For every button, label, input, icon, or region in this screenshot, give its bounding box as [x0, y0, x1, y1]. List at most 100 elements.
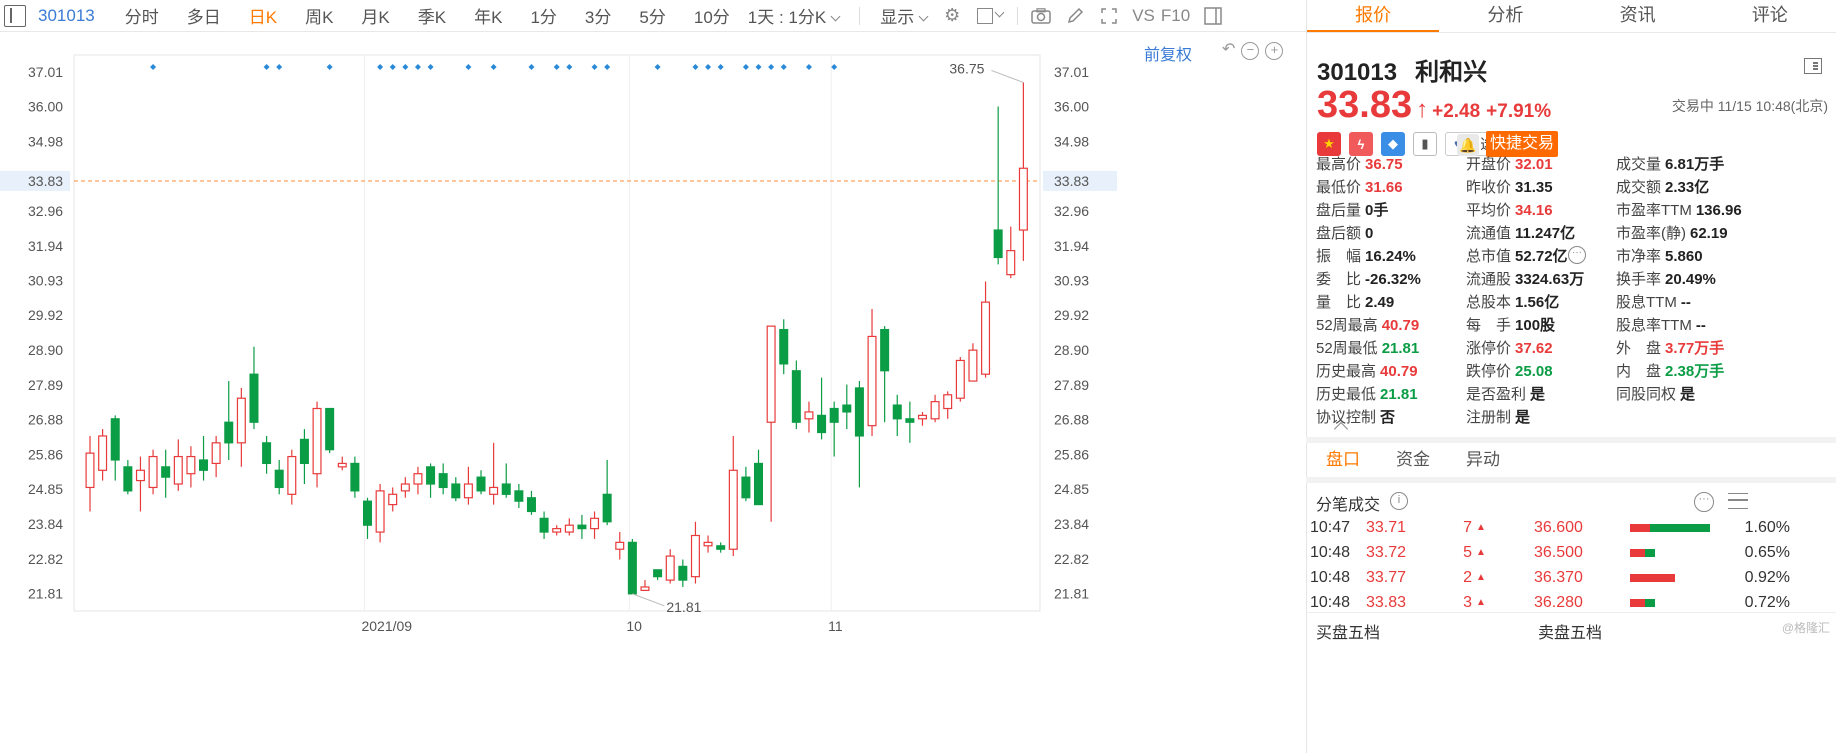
sidebar-toggle-icon[interactable]	[4, 4, 26, 27]
stat-item: 流通股 3324.63万	[1466, 268, 1584, 289]
candle-body	[362, 500, 373, 526]
event-marker	[604, 64, 611, 70]
panel-toggle-icon[interactable]	[1202, 6, 1224, 26]
divider	[1017, 6, 1019, 25]
period-tab[interactable]: 多日	[173, 3, 235, 28]
chart-toolbar: 301013 分时 多日 日K 周K 月K 季K 年K 1分 3分 5分 10分 1天 : 1分K …	[0, 0, 1306, 32]
stat-label: 总市值	[1466, 248, 1512, 265]
y-tick-label-right: 25.86	[1054, 446, 1089, 462]
adjust-mode-button[interactable]: 前复权	[1144, 41, 1192, 65]
period-tab[interactable]: 月K	[347, 3, 403, 28]
stat-value: 32.01	[1515, 156, 1553, 173]
quote-panel-tabs: 报价 分析 资讯 评论	[1307, 0, 1836, 33]
candle-body	[211, 442, 221, 465]
kline-svg: 37.01 37.01 36.00 36.00 34.98 34.98 33.83 33.83…	[0, 54, 1117, 634]
sub-tab[interactable]: 资金	[1380, 443, 1446, 477]
sub-tab[interactable]: 盘口	[1310, 443, 1376, 477]
sub-tab[interactable]: 异动	[1450, 443, 1516, 477]
zoom-out-icon[interactable]: −	[1241, 42, 1260, 60]
candle-body	[766, 325, 776, 423]
stat-label: 股息TTM	[1616, 294, 1677, 311]
candle-body	[779, 328, 789, 365]
stat-value: 11.247亿	[1515, 225, 1576, 242]
period-tab[interactable]: 年K	[460, 3, 516, 28]
stat-label: 同股同权	[1616, 386, 1677, 403]
event-marker	[566, 64, 573, 70]
interval-select[interactable]: 1天 : 1分K	[744, 3, 853, 28]
candle-body	[678, 565, 688, 581]
period-tab[interactable]: 分时	[111, 3, 173, 28]
more-circle-icon[interactable]: ···	[1568, 246, 1586, 264]
candle-body	[98, 435, 108, 471]
display-select[interactable]: 显示	[866, 3, 935, 28]
y-tick-label-left: 26.88	[28, 411, 63, 427]
bookmark-icon[interactable]: ▮	[1413, 132, 1437, 156]
stat-item: 总股本 1.56亿	[1466, 291, 1559, 312]
candle-body	[880, 328, 890, 372]
stat-item: 量 比 2.49	[1316, 291, 1394, 312]
chevron-down-icon	[830, 11, 841, 22]
stat-label: 振 幅	[1316, 248, 1362, 265]
candle-body	[186, 455, 196, 475]
y-tick-label-left: 37.01	[28, 64, 63, 80]
y-tick-label-right: 34.98	[1054, 133, 1089, 149]
panel-tab[interactable]: 评论	[1704, 0, 1836, 32]
stock-code-link[interactable]: 301013	[38, 6, 95, 26]
candle-body	[199, 459, 209, 471]
stat-value: 37.62	[1515, 340, 1553, 357]
y-tick-label-left: 33.83	[28, 173, 63, 189]
period-tab[interactable]: 季K	[404, 3, 460, 28]
candle-body	[665, 555, 675, 581]
y-tick-label-left: 36.00	[28, 98, 63, 114]
square-select-icon[interactable]	[975, 6, 1005, 26]
candle-body	[842, 404, 852, 413]
stat-label: 流通值	[1466, 225, 1512, 242]
period-tab[interactable]: 日K	[235, 3, 291, 28]
period-tab[interactable]: 周K	[291, 3, 347, 28]
event-marker	[768, 64, 775, 70]
panel-tab[interactable]: 资讯	[1572, 0, 1704, 32]
period-tab[interactable]: 3分	[571, 3, 625, 28]
fullscreen-icon[interactable]	[1098, 6, 1120, 26]
layout-icon[interactable]	[1804, 58, 1822, 74]
period-tab[interactable]: 5分	[625, 3, 679, 28]
kline-chart[interactable]: 37.01 37.01 36.00 36.00 34.98 34.98 33.83 33.83…	[0, 33, 1306, 753]
event-marker	[150, 64, 157, 70]
y-tick-label-left: 27.89	[28, 377, 63, 393]
period-tab[interactable]: 10分	[680, 3, 744, 28]
y-tick-label-right: 32.96	[1054, 203, 1089, 219]
candle-body	[829, 407, 839, 423]
stat-label: 52周最高	[1316, 317, 1378, 334]
stat-value: 20.49%	[1665, 271, 1716, 288]
stat-item: 协议控制否	[1316, 406, 1395, 427]
y-tick-label-right: 26.88	[1054, 411, 1089, 427]
candle-body	[1006, 250, 1016, 276]
stat-value: 40.79	[1380, 363, 1418, 380]
stat-value: 是	[1515, 409, 1531, 426]
pen-icon[interactable]	[1064, 6, 1086, 26]
camera-icon[interactable]	[1030, 6, 1052, 26]
period-tabs: 分时 多日 日K 周K 月K 季K 年K 1分 3分 5分 10分	[111, 3, 744, 28]
candle-body	[375, 490, 385, 533]
candle-body	[476, 476, 486, 492]
high-leader-line	[991, 69, 1024, 83]
event-marker	[465, 64, 472, 70]
stat-label: 盘后量	[1316, 202, 1362, 219]
x-axis-label: 2021/09	[361, 618, 412, 634]
stat-label: 换手率	[1616, 271, 1662, 288]
vs-button[interactable]: VS	[1126, 6, 1161, 26]
candle-body	[388, 493, 398, 506]
y-tick-label-left: 29.92	[28, 307, 63, 323]
event-marker	[553, 64, 560, 70]
candle-body	[703, 541, 713, 547]
event-marker	[414, 64, 421, 70]
settings-icon[interactable]: ⚙	[941, 5, 963, 26]
period-tab[interactable]: 1分	[516, 3, 570, 28]
stat-item: 市盈率TTM 136.96	[1616, 199, 1742, 220]
panel-tab[interactable]: 报价	[1307, 0, 1440, 32]
stat-value: 3.77万手	[1665, 340, 1725, 357]
zoom-in-icon[interactable]: +	[1265, 42, 1284, 60]
panel-tab[interactable]: 分析	[1439, 0, 1571, 32]
undo-icon[interactable]: ↶	[1222, 42, 1235, 60]
f10-button[interactable]: F10	[1161, 6, 1196, 26]
